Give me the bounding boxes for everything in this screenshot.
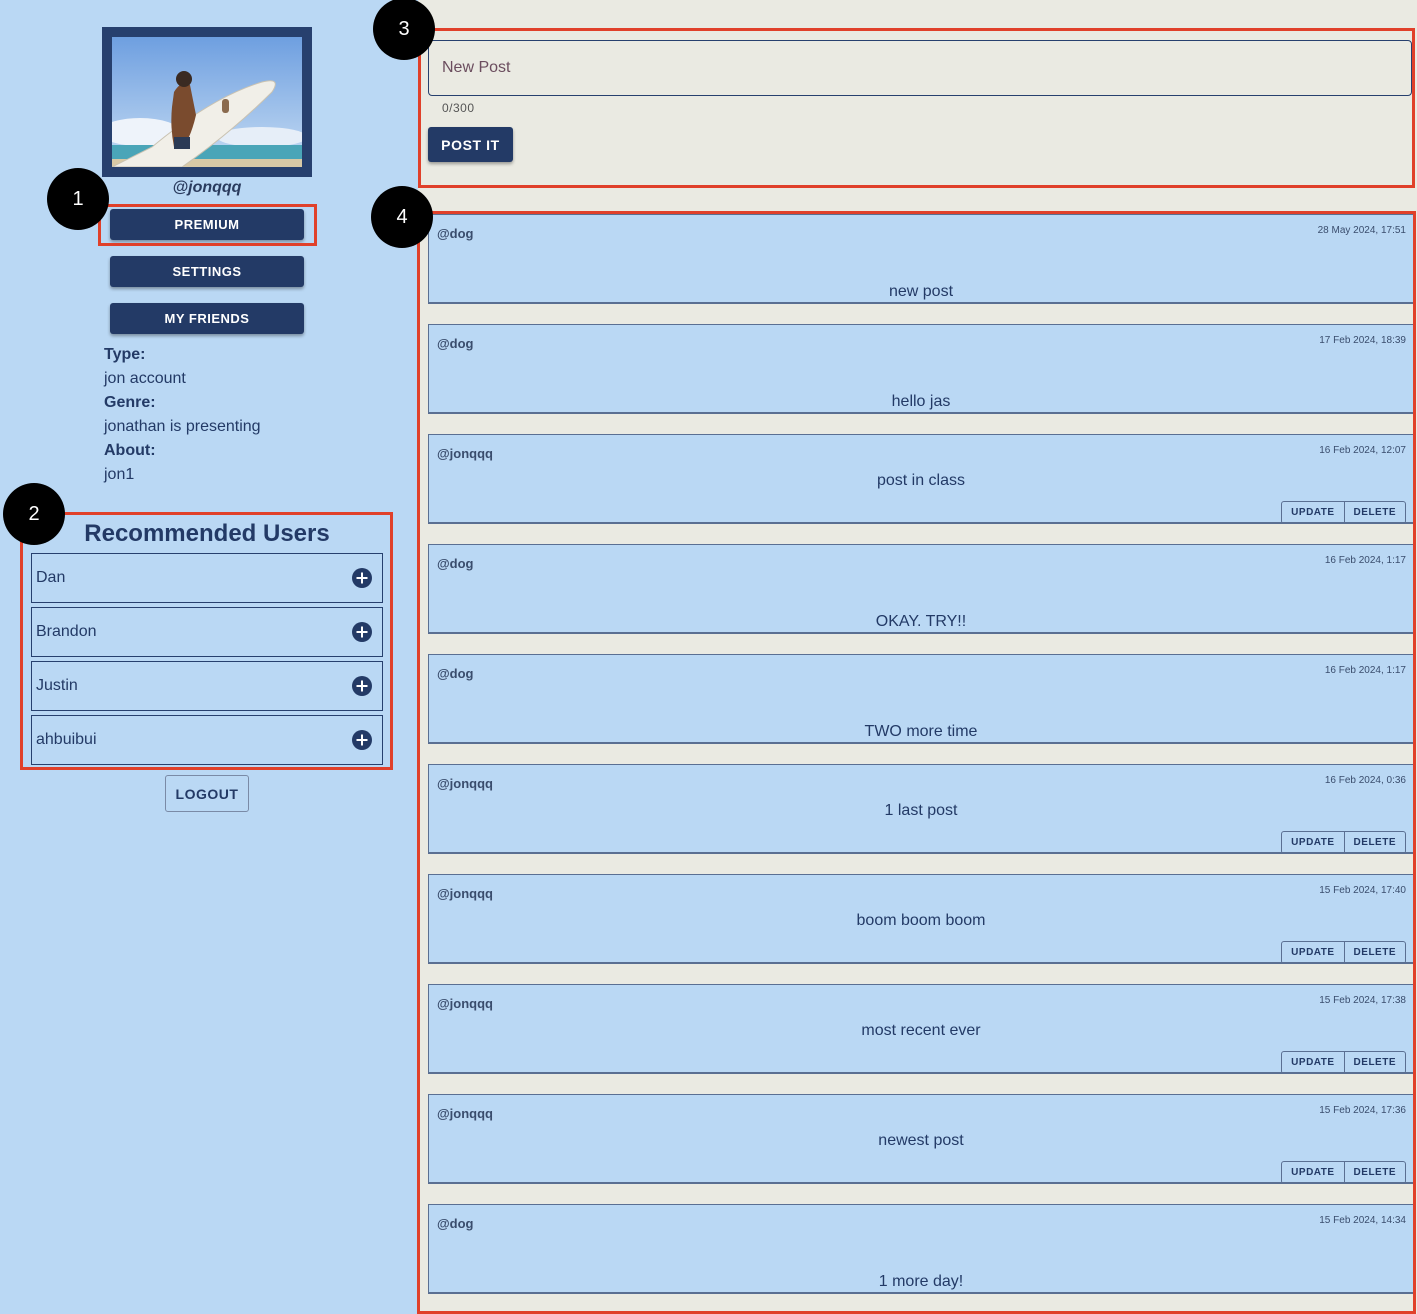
- post-text: TWO more time: [864, 723, 978, 740]
- type-value: jon account: [104, 370, 186, 387]
- post-author[interactable]: @dog: [437, 1216, 474, 1231]
- delete-post-button[interactable]: DELETE: [1343, 942, 1405, 963]
- recommended-users-title: Recommended Users: [84, 520, 330, 547]
- recommended-user-name: Justin: [36, 677, 78, 694]
- update-post-button[interactable]: UPDATE: [1282, 1052, 1343, 1073]
- post-actions: UPDATE DELETE: [1281, 1051, 1406, 1074]
- update-post-button[interactable]: UPDATE: [1282, 832, 1343, 853]
- recommended-user-name: Dan: [36, 569, 66, 586]
- settings-button[interactable]: SETTINGS: [110, 256, 304, 287]
- surfer-photo: [112, 37, 302, 167]
- delete-post-button[interactable]: DELETE: [1343, 1162, 1405, 1183]
- add-friend-icon[interactable]: [352, 730, 372, 750]
- annotation-marker: 4: [371, 186, 433, 248]
- post-author[interactable]: @dog: [437, 556, 474, 571]
- delete-post-button[interactable]: DELETE: [1343, 502, 1405, 523]
- post-timestamp: 16 Feb 2024, 0:36: [1324, 775, 1406, 786]
- post-text: hello jas: [891, 393, 951, 410]
- post-text: OKAY. TRY!!: [875, 613, 967, 630]
- post-timestamp: 15 Feb 2024, 17:36: [1319, 1105, 1406, 1116]
- post-timestamp: 16 Feb 2024, 12:07: [1319, 445, 1406, 456]
- post-timestamp: 15 Feb 2024, 17:40: [1319, 885, 1406, 896]
- annotation-marker: 2: [3, 483, 65, 545]
- about-value: jon1: [104, 466, 135, 483]
- post-timestamp: 17 Feb 2024, 18:39: [1319, 335, 1406, 346]
- post-author[interactable]: @dog: [437, 226, 474, 241]
- profile-username: @jonqqq: [172, 179, 242, 196]
- annotation-marker: 1: [47, 168, 109, 230]
- post-card: @jonqqq 16 Feb 2024, 0:36 1 last post UPDAT…: [428, 764, 1414, 854]
- compose-panel: [418, 0, 1417, 195]
- post-actions: UPDATE DELETE: [1281, 1161, 1406, 1184]
- post-author[interactable]: @dog: [437, 336, 474, 351]
- post-card: @dog 16 Feb 2024, 1:17 OKAY. TRY!!: [428, 544, 1414, 634]
- post-timestamp: 16 Feb 2024, 1:17: [1324, 665, 1406, 676]
- add-friend-icon[interactable]: [352, 568, 372, 588]
- genre-value: jonathan is presenting: [104, 418, 261, 435]
- logout-button[interactable]: LOGOUT: [165, 775, 249, 812]
- recommended-user-item: Justin: [31, 661, 383, 711]
- profile-photo: [102, 27, 312, 177]
- recommended-user-item: ahbuibui: [31, 715, 383, 765]
- post-text: boom boom boom: [856, 912, 986, 929]
- post-author[interactable]: @jonqqq: [437, 446, 493, 461]
- post-actions: UPDATE DELETE: [1281, 501, 1406, 524]
- post-card: @dog 16 Feb 2024, 1:17 TWO more time: [428, 654, 1414, 744]
- post-author[interactable]: @jonqqq: [437, 776, 493, 791]
- post-actions: UPDATE DELETE: [1281, 941, 1406, 964]
- post-text: newest post: [878, 1132, 964, 1149]
- post-card: @jonqqq 15 Feb 2024, 17:36 newest post UPDA…: [428, 1094, 1414, 1184]
- post-timestamp: 16 Feb 2024, 1:17: [1324, 555, 1406, 566]
- post-card: @jonqqq 15 Feb 2024, 17:38 most recent eve…: [428, 984, 1414, 1074]
- post-card: @jonqqq 16 Feb 2024, 12:07 post in class UP…: [428, 434, 1414, 524]
- post-text: 1 more day!: [878, 1273, 964, 1290]
- post-card: @dog 28 May 2024, 17:51 new post: [428, 214, 1414, 304]
- post-card: @dog 15 Feb 2024, 14:34 1 more day!: [428, 1204, 1414, 1294]
- post-actions: UPDATE DELETE: [1281, 831, 1406, 854]
- post-it-button[interactable]: POST IT: [428, 127, 513, 162]
- update-post-button[interactable]: UPDATE: [1282, 1162, 1343, 1183]
- type-label: Type:: [104, 346, 146, 363]
- recommended-user-item: Dan: [31, 553, 383, 603]
- annotation-marker: 3: [373, 0, 435, 60]
- recommended-user-name: Brandon: [36, 623, 97, 640]
- genre-label: Genre:: [104, 394, 156, 411]
- add-friend-icon[interactable]: [352, 676, 372, 696]
- post-text: 1 last post: [884, 802, 958, 819]
- post-text: new post: [888, 283, 954, 300]
- post-timestamp: 15 Feb 2024, 14:34: [1319, 1215, 1406, 1226]
- post-card: @jonqqq 15 Feb 2024, 17:40 boom boom boom U…: [428, 874, 1414, 964]
- post-author[interactable]: @jonqqq: [437, 1106, 493, 1121]
- update-post-button[interactable]: UPDATE: [1282, 502, 1343, 523]
- update-post-button[interactable]: UPDATE: [1282, 942, 1343, 963]
- post-timestamp: 28 May 2024, 17:51: [1317, 225, 1406, 236]
- post-author[interactable]: @dog: [437, 666, 474, 681]
- post-text: post in class: [876, 472, 966, 489]
- new-post-input[interactable]: New Post: [428, 40, 1412, 96]
- delete-post-button[interactable]: DELETE: [1343, 1052, 1405, 1073]
- recommended-user-item: Brandon: [31, 607, 383, 657]
- post-timestamp: 15 Feb 2024, 17:38: [1319, 995, 1406, 1006]
- post-text: most recent ever: [861, 1022, 981, 1039]
- delete-post-button[interactable]: DELETE: [1343, 832, 1405, 853]
- add-friend-icon[interactable]: [352, 622, 372, 642]
- recommended-user-name: ahbuibui: [36, 731, 97, 748]
- premium-button[interactable]: PREMIUM: [110, 209, 304, 240]
- my-friends-button[interactable]: MY FRIENDS: [110, 303, 304, 334]
- about-label: About:: [104, 442, 156, 459]
- post-card: @dog 17 Feb 2024, 18:39 hello jas: [428, 324, 1414, 414]
- character-counter: 0/300: [442, 101, 475, 115]
- post-author[interactable]: @jonqqq: [437, 996, 493, 1011]
- post-author[interactable]: @jonqqq: [437, 886, 493, 901]
